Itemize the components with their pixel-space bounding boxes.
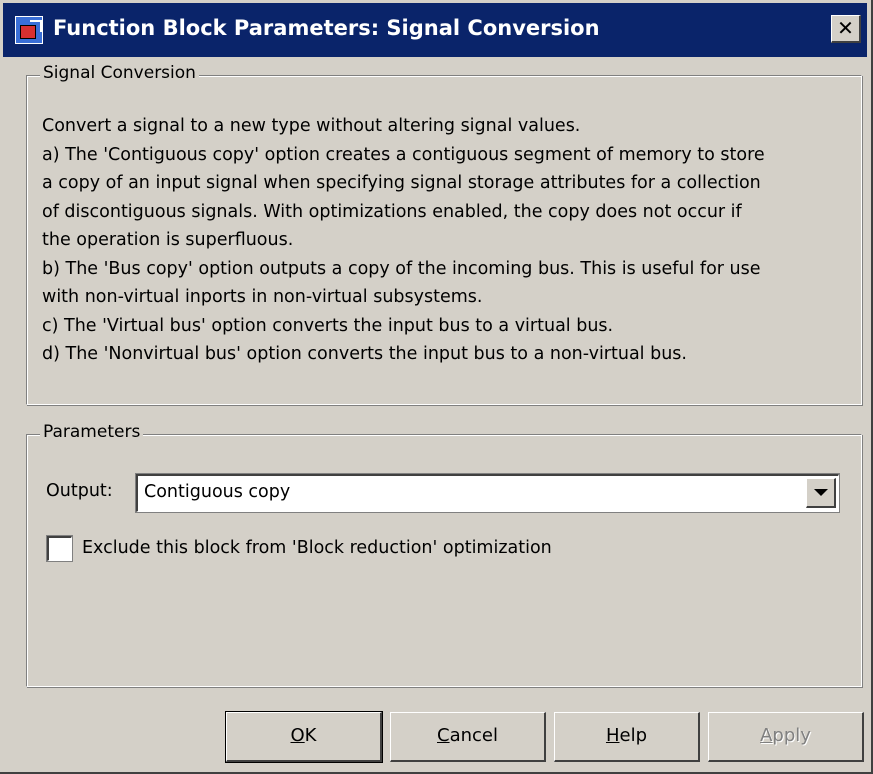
chevron-down-icon[interactable]: [806, 478, 836, 508]
cancel-button[interactable]: Cancel: [390, 712, 546, 762]
description-line: d) The 'Nonvirtual bus' option converts …: [42, 344, 687, 364]
apply-button-mnemonic: A: [760, 725, 773, 746]
title-bar[interactable]: Function Block Parameters: Signal Conver…: [3, 3, 867, 57]
ok-button-mnemonic: O: [290, 725, 305, 746]
simulink-block-icon: [15, 16, 43, 44]
cancel-button-mnemonic: C: [437, 725, 450, 746]
exclude-block-reduction-label[interactable]: Exclude this block from 'Block reduction…: [82, 538, 552, 558]
description-line: of discontiguous signals. With optimizat…: [42, 201, 742, 222]
description-line: a) The 'Contiguous copy' option creates …: [42, 144, 765, 165]
ok-button[interactable]: OK: [225, 711, 383, 763]
output-label: Output:: [46, 481, 113, 501]
apply-button[interactable]: Apply: [708, 712, 864, 762]
apply-button-label: pply: [772, 725, 811, 746]
description-line: with non-virtual inports in non-virtual …: [42, 287, 483, 307]
output-select-value: Contiguous copy: [144, 482, 291, 502]
help-button[interactable]: Help: [554, 712, 700, 762]
description-group-legend: Signal Conversion: [40, 63, 199, 83]
description-line: b) The 'Bus copy' option outputs a copy …: [42, 258, 761, 279]
dialog-window: Function Block Parameters: Signal Conver…: [0, 0, 873, 774]
ok-button-label: K: [304, 725, 317, 746]
description-line: a copy of an input signal when specifyin…: [42, 173, 761, 193]
close-button[interactable]: ✕: [831, 15, 861, 43]
description-text: Convert a signal to a new type without a…: [42, 112, 842, 369]
parameters-group-legend: Parameters: [40, 422, 144, 442]
exclude-block-reduction-checkbox[interactable]: [46, 535, 73, 562]
help-button-label: elp: [619, 725, 648, 746]
help-button-mnemonic: H: [605, 725, 620, 746]
window-title: Function Block Parameters: Signal Conver…: [53, 16, 600, 40]
description-line: Convert a signal to a new type without a…: [42, 116, 581, 136]
description-line: c) The 'Virtual bus' option converts the…: [42, 315, 614, 336]
description-line: the operation is superfluous.: [42, 230, 294, 250]
output-select[interactable]: Contiguous copy: [135, 473, 840, 513]
cancel-button-label: ancel: [449, 725, 498, 746]
